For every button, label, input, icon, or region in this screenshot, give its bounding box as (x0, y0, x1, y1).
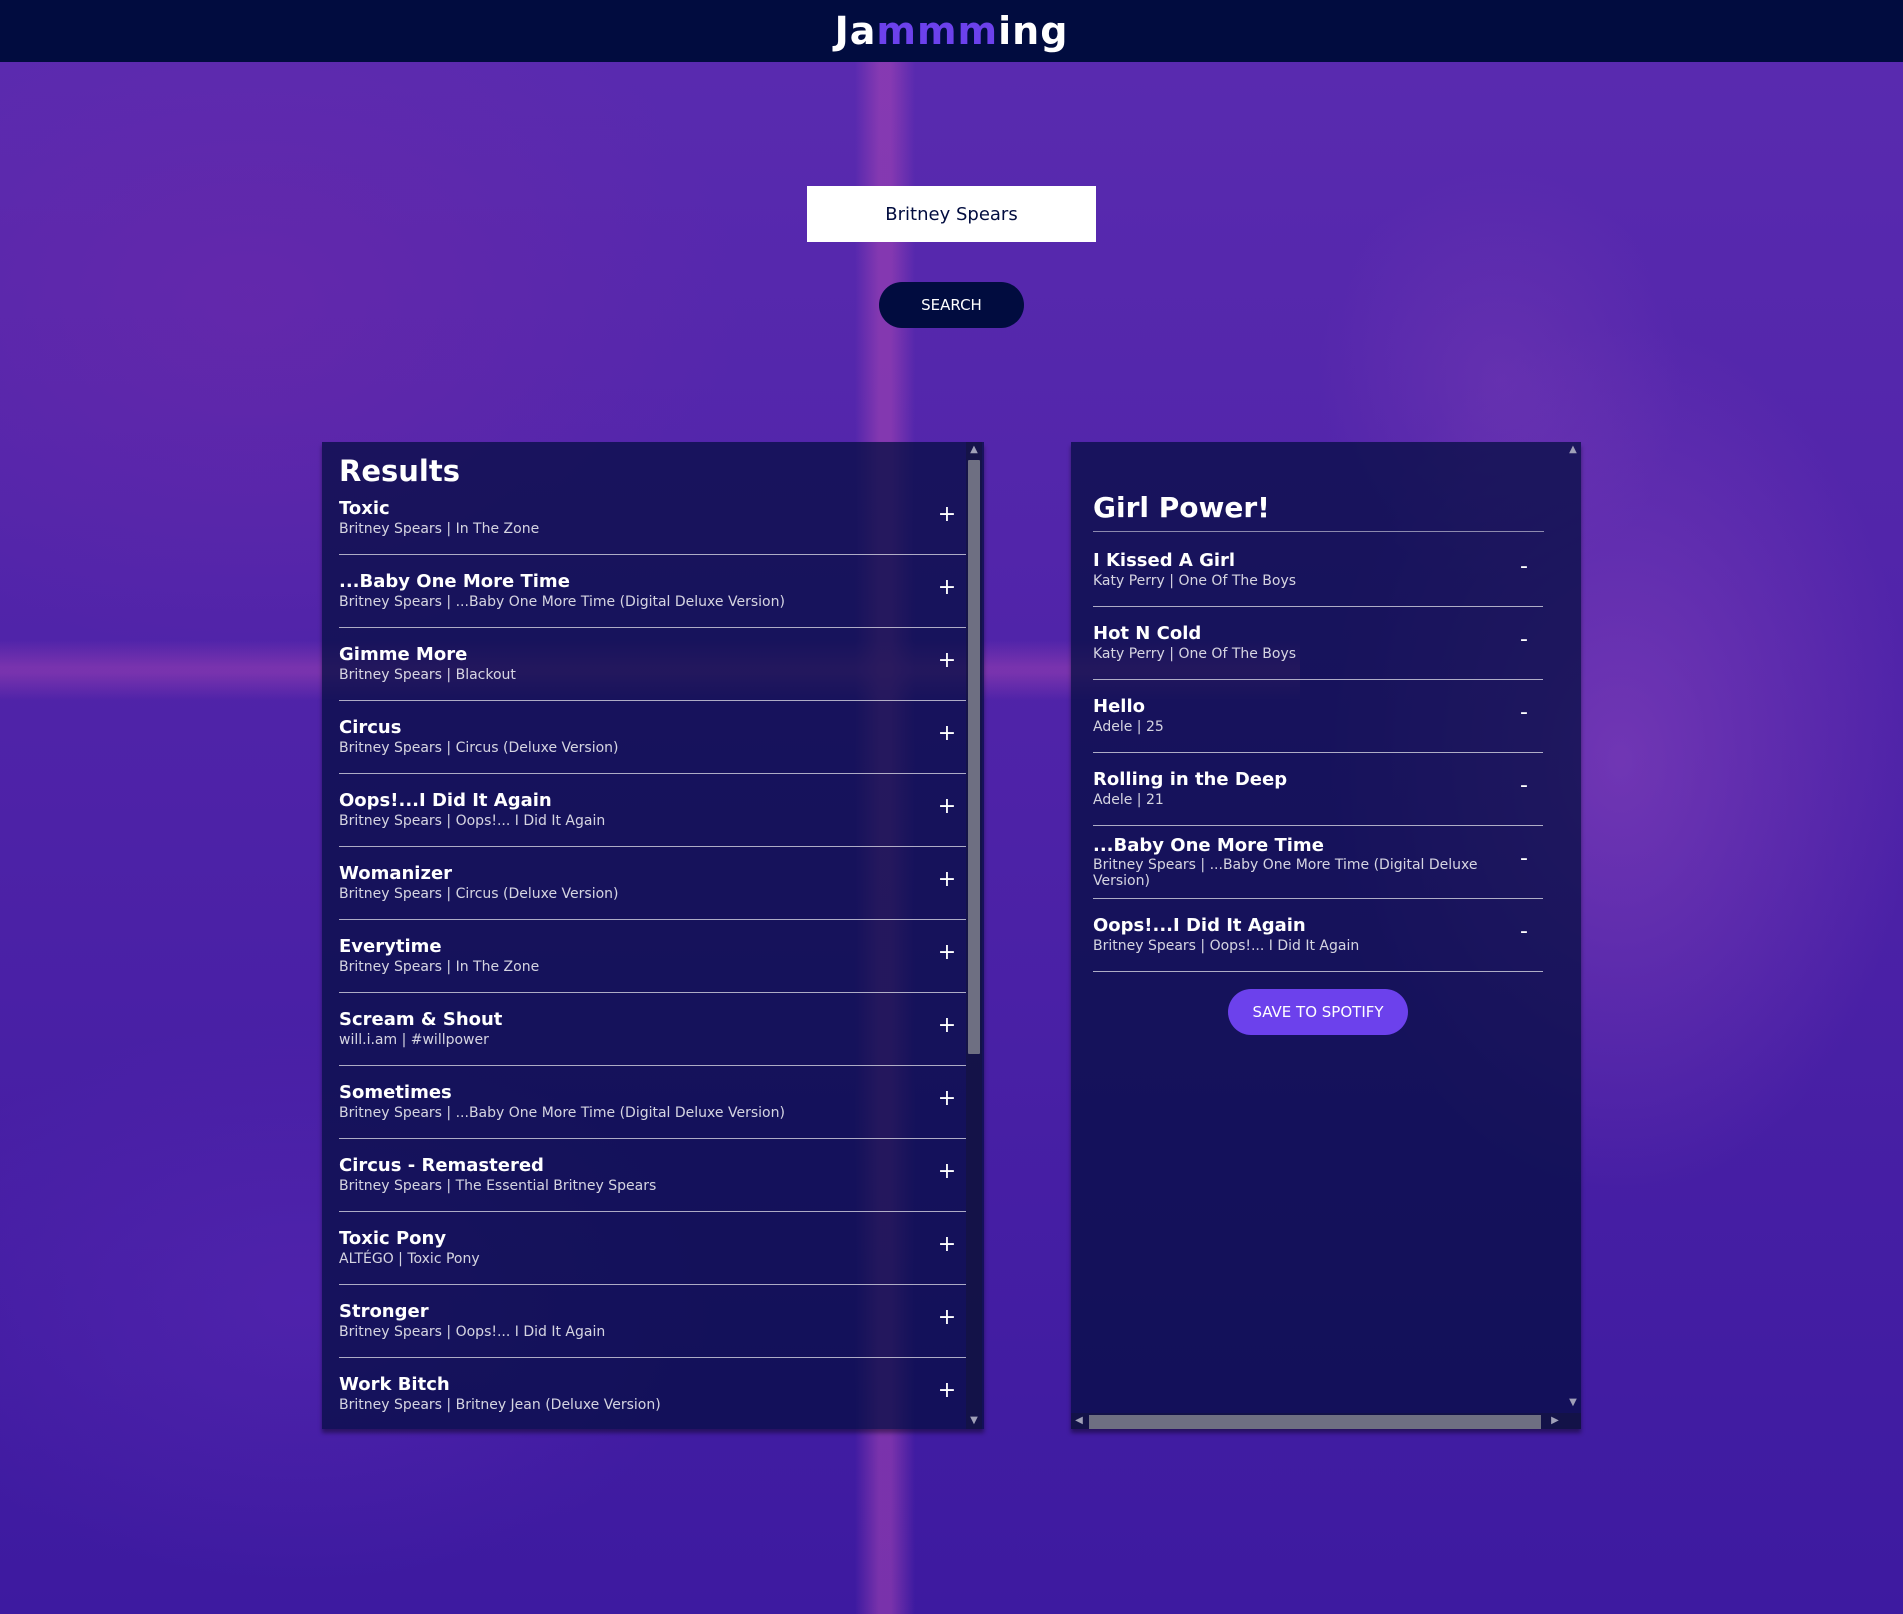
track-info: Britney Spears | Oops!... I Did It Again (339, 1324, 606, 1340)
add-track-button[interactable]: + (936, 794, 958, 820)
save-to-spotify-button[interactable]: SAVE TO SPOTIFY (1228, 989, 1408, 1035)
chevron-left-icon[interactable]: ◀ (1071, 1413, 1087, 1429)
track-info: ALTÉGO | Toxic Pony (339, 1251, 480, 1267)
track-name: Toxic Pony (339, 1228, 447, 1249)
result-track: Circus Britney Spears | Circus (Deluxe V… (339, 701, 966, 774)
logo-part-2: mmm (876, 9, 999, 53)
add-track-button[interactable]: + (936, 502, 958, 528)
track-name: Oops!...I Did It Again (1093, 915, 1306, 936)
playlist-track: Rolling in the Deep Adele | 21 - (1093, 753, 1543, 826)
track-info: will.i.am | #willpower (339, 1032, 489, 1048)
track-info: Britney Spears | Oops!... I Did It Again (1093, 938, 1360, 954)
remove-track-button[interactable]: - (1513, 700, 1535, 726)
track-name: Toxic (339, 498, 390, 519)
add-track-button[interactable]: + (936, 1086, 958, 1112)
track-info-continued: Version) (1093, 873, 1150, 889)
results-scrollbar-thumb[interactable] (968, 460, 980, 1054)
playlist-name-input[interactable] (1093, 484, 1544, 532)
track-info: Britney Spears | Circus (Deluxe Version) (339, 886, 619, 902)
track-name: Stronger (339, 1301, 429, 1322)
playlist-horizontal-scrollbar-thumb[interactable] (1089, 1415, 1541, 1429)
track-name: Circus (339, 717, 402, 738)
playlist-track: Hot N Cold Katy Perry | One Of The Boys … (1093, 607, 1543, 680)
add-track-button[interactable]: + (936, 1232, 958, 1258)
logo-part-3: ing (998, 9, 1069, 53)
result-track: Toxic Pony ALTÉGO | Toxic Pony + (339, 1212, 966, 1285)
track-name: Womanizer (339, 863, 453, 884)
playlist-track: Oops!...I Did It Again Britney Spears | … (1093, 899, 1543, 972)
track-info: Adele | 25 (1093, 719, 1164, 735)
remove-track-button[interactable]: - (1513, 554, 1535, 580)
remove-track-button[interactable]: - (1513, 919, 1535, 945)
track-name: Hello (1093, 696, 1145, 717)
result-track: Stronger Britney Spears | Oops!... I Did… (339, 1285, 966, 1358)
remove-track-button[interactable]: - (1513, 627, 1535, 653)
track-name: Work Bitch (339, 1374, 450, 1395)
track-info: Britney Spears | Circus (Deluxe Version) (339, 740, 619, 756)
track-info: Katy Perry | One Of The Boys (1093, 646, 1297, 662)
add-track-button[interactable]: + (936, 575, 958, 601)
logo-part-1: Ja (834, 9, 877, 53)
add-track-button[interactable]: + (936, 940, 958, 966)
add-track-button[interactable]: + (936, 1013, 958, 1039)
track-name: Scream & Shout (339, 1009, 503, 1030)
track-name: I Kissed A Girl (1093, 550, 1236, 571)
results-panel: Results Toxic Britney Spears | In The Zo… (322, 442, 984, 1429)
add-track-button[interactable]: + (936, 867, 958, 893)
track-info: Britney Spears | Britney Jean (Deluxe Ve… (339, 1397, 661, 1413)
add-track-button[interactable]: + (936, 1378, 958, 1404)
search-button[interactable]: SEARCH (879, 282, 1024, 328)
add-track-button[interactable]: + (936, 648, 958, 674)
chevron-up-icon[interactable]: ▲ (1565, 442, 1581, 458)
playlist-track: I Kissed A Girl Katy Perry | One Of The … (1093, 534, 1543, 607)
track-info: Britney Spears | In The Zone (339, 959, 540, 975)
track-info: Britney Spears | ...Baby One More Time (… (339, 594, 785, 610)
track-name: Circus - Remastered (339, 1155, 544, 1176)
track-info: Britney Spears | The Essential Britney S… (339, 1178, 657, 1194)
add-track-button[interactable]: + (936, 1159, 958, 1185)
result-track: Circus - Remastered Britney Spears | The… (339, 1139, 966, 1212)
result-track: Toxic Britney Spears | In The Zone + (339, 482, 966, 555)
track-info: Britney Spears | ...Baby One More Time (… (339, 1105, 785, 1121)
remove-track-button[interactable]: - (1513, 846, 1535, 872)
chevron-up-icon[interactable]: ▲ (966, 442, 982, 458)
track-name: Gimme More (339, 644, 468, 665)
add-track-button[interactable]: + (936, 721, 958, 747)
playlist-horizontal-scrollbar[interactable]: ◀ ▶ (1071, 1413, 1581, 1429)
track-info: Katy Perry | One Of The Boys (1093, 573, 1297, 589)
track-name: Hot N Cold (1093, 623, 1202, 644)
track-name: ...Baby One More Time (1093, 835, 1324, 856)
track-info: Britney Spears | ...Baby One More Time (… (1093, 857, 1478, 873)
result-track: Oops!...I Did It Again Britney Spears | … (339, 774, 966, 847)
search-input[interactable] (807, 186, 1096, 242)
app-logo: Jammming (835, 9, 1069, 53)
remove-track-button[interactable]: - (1513, 773, 1535, 799)
result-track: Scream & Shout will.i.am | #willpower + (339, 993, 966, 1066)
track-info: Britney Spears | Blackout (339, 667, 516, 683)
track-name: Sometimes (339, 1082, 452, 1103)
track-name: ...Baby One More Time (339, 571, 570, 592)
track-info: Britney Spears | Oops!... I Did It Again (339, 813, 606, 829)
playlist-track: Hello Adele | 25 - (1093, 680, 1543, 753)
playlist-track: ...Baby One More Time Britney Spears | .… (1093, 826, 1543, 899)
results-scrollbar[interactable]: ▲ ▼ (966, 442, 982, 1429)
playlist-panel: I Kissed A Girl Katy Perry | One Of The … (1071, 442, 1581, 1429)
result-track: Womanizer Britney Spears | Circus (Delux… (339, 847, 966, 920)
result-track: Sometimes Britney Spears | ...Baby One M… (339, 1066, 966, 1139)
result-track: Work Bitch Britney Spears | Britney Jean… (339, 1358, 966, 1429)
app-header: Jammming (0, 0, 1903, 62)
result-track: ...Baby One More Time Britney Spears | .… (339, 555, 966, 628)
track-info: Britney Spears | In The Zone (339, 521, 540, 537)
result-track: Gimme More Britney Spears | Blackout + (339, 628, 966, 701)
result-track: Everytime Britney Spears | In The Zone + (339, 920, 966, 993)
playlist-vertical-scrollbar[interactable]: ▲ ▼ (1565, 442, 1581, 1429)
track-name: Rolling in the Deep (1093, 769, 1288, 790)
chevron-down-icon[interactable]: ▼ (966, 1413, 982, 1429)
chevron-right-icon[interactable]: ▶ (1547, 1413, 1563, 1429)
track-name: Oops!...I Did It Again (339, 790, 552, 811)
track-info: Adele | 21 (1093, 792, 1164, 808)
chevron-down-icon[interactable]: ▼ (1565, 1395, 1581, 1411)
add-track-button[interactable]: + (936, 1305, 958, 1331)
track-name: Everytime (339, 936, 442, 957)
